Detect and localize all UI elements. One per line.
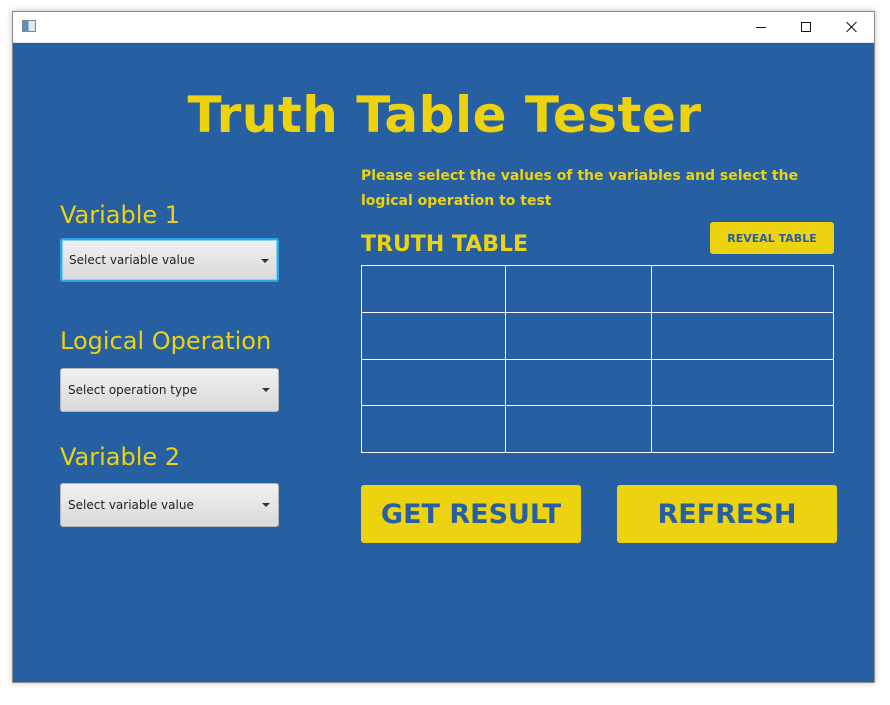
variable1-select[interactable]: Select variable value xyxy=(60,238,279,282)
instructions-text: Please select the values of the variable… xyxy=(361,168,799,209)
reveal-table-button[interactable]: REVEAL TABLE xyxy=(710,222,834,254)
app-window: Truth Table Tester Variable 1 Select var… xyxy=(12,11,875,683)
chevron-down-icon xyxy=(262,388,270,392)
page-title: Truth Table Tester xyxy=(187,86,702,144)
maximize-icon xyxy=(801,22,811,32)
table-row xyxy=(361,311,834,360)
operation-select-value: Select operation type xyxy=(68,383,198,397)
operation-label: Logical Operation xyxy=(60,327,272,355)
table-cell xyxy=(651,265,834,313)
main-content: Truth Table Tester Variable 1 Select var… xyxy=(13,43,874,684)
table-cell xyxy=(361,405,506,453)
get-result-button[interactable]: GET RESULT xyxy=(361,485,581,543)
truth-table-title: TRUTH TABLE xyxy=(361,232,529,257)
operation-select[interactable]: Select operation type xyxy=(60,368,279,412)
app-icon xyxy=(22,20,36,32)
chevron-down-icon xyxy=(261,259,269,263)
table-cell xyxy=(361,311,506,360)
table-cell xyxy=(504,311,653,360)
table-cell xyxy=(651,358,834,407)
table-cell xyxy=(651,405,834,453)
chevron-down-icon xyxy=(262,503,270,507)
maximize-button[interactable] xyxy=(783,12,829,42)
variable1-select-value: Select variable value xyxy=(69,253,195,267)
variable1-label: Variable 1 xyxy=(60,201,181,229)
minimize-button[interactable] xyxy=(738,12,784,42)
table-row xyxy=(361,405,834,453)
table-cell xyxy=(361,265,506,313)
table-cell xyxy=(504,265,653,313)
variable2-select[interactable]: Select variable value xyxy=(60,483,279,527)
close-button[interactable] xyxy=(829,12,875,42)
close-icon xyxy=(846,21,858,33)
minimize-icon xyxy=(756,26,766,28)
variable2-select-value: Select variable value xyxy=(68,498,194,512)
table-cell xyxy=(651,311,834,360)
table-cell xyxy=(504,358,653,407)
table-row xyxy=(361,265,834,313)
table-row xyxy=(361,358,834,407)
truth-table xyxy=(361,265,834,453)
refresh-button[interactable]: REFRESH xyxy=(617,485,837,543)
table-cell xyxy=(361,358,506,407)
table-cell xyxy=(504,405,653,453)
variable2-label: Variable 2 xyxy=(60,443,181,471)
title-bar xyxy=(13,12,874,43)
